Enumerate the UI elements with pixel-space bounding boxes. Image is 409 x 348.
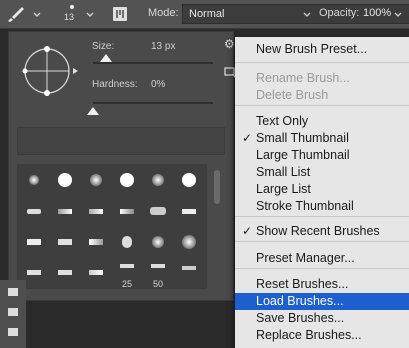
- brush-size-label: 25: [121, 279, 132, 289]
- brush-search-bar[interactable]: [17, 127, 225, 155]
- brush-preset-picker: Size: 13 px Hardness: 0% 25 50: [8, 31, 234, 301]
- mode-chevron-down-icon: [303, 12, 311, 17]
- tool-icon[interactable]: [8, 328, 18, 336]
- size-slider-track[interactable]: [93, 62, 213, 64]
- menu-item-new-brush-preset[interactable]: New Brush Preset...: [235, 41, 409, 58]
- brush-soft-round[interactable]: [143, 165, 173, 195]
- brush-watercolor[interactable]: [143, 196, 173, 226]
- menu-item-label: Delete Brush: [256, 88, 329, 102]
- menu-item-label: Small Thumbnail: [256, 131, 349, 145]
- brush-marker[interactable]: [174, 196, 204, 226]
- brush-angle-preview-icon[interactable]: [21, 42, 79, 100]
- menu-item-label: Save Brushes...: [256, 311, 345, 325]
- menu-item-preset-manager[interactable]: Preset Manager...: [235, 250, 409, 267]
- opacity-value[interactable]: 100%: [363, 7, 391, 19]
- brush-size-label: 50: [152, 279, 163, 289]
- opacity-chevron-down-icon[interactable]: [393, 4, 403, 24]
- brush-hard-round[interactable]: [174, 165, 204, 195]
- menu-item-label: Reset Brushes...: [256, 277, 349, 291]
- tools-panel-strip: [0, 280, 26, 348]
- menu-separator: [235, 216, 409, 217]
- brush-size-value: 13: [64, 12, 75, 22]
- menu-item-small-list[interactable]: Small List: [235, 164, 409, 181]
- brush-chalk[interactable]: [112, 196, 142, 226]
- hardness-value[interactable]: 0%: [151, 79, 165, 90]
- brush-presets-grid: 25 50: [17, 164, 207, 289]
- menu-item-label: Stroke Thumbnail: [256, 199, 354, 213]
- menu-item-replace-brushes[interactable]: Replace Brushes...: [235, 327, 409, 344]
- menu-item-label: Preset Manager...: [256, 251, 355, 265]
- menu-item-label: Small List: [256, 165, 311, 179]
- menu-separator: [235, 105, 409, 106]
- checkmark-icon: ✓: [242, 131, 253, 145]
- size-value[interactable]: 13 px: [151, 41, 175, 52]
- menu-item-small-thumbnail[interactable]: ✓ Small Thumbnail: [235, 130, 409, 147]
- brush-arrow[interactable]: [81, 258, 111, 288]
- brush-airbrush[interactable]: [19, 196, 49, 226]
- brush-flat[interactable]: [50, 258, 80, 288]
- brush-fan[interactable]: [174, 258, 204, 288]
- menu-item-load-brushes[interactable]: Load Brushes...: [235, 293, 409, 310]
- options-bar: 13 Mode: Normal Opacity: 100%: [0, 0, 409, 29]
- hardness-slider-thumb[interactable]: [87, 107, 99, 115]
- menu-item-delete-brush: Delete Brush: [235, 87, 409, 104]
- brush-square[interactable]: [50, 227, 80, 257]
- tool-chevron-down-icon[interactable]: [32, 4, 42, 24]
- menu-item-large-list[interactable]: Large List: [235, 181, 409, 198]
- brush-settings-panel-icon[interactable]: [110, 4, 130, 24]
- menu-separator: [235, 62, 409, 63]
- menu-item-large-thumbnail[interactable]: Large Thumbnail: [235, 147, 409, 164]
- brush-tool-icon[interactable]: [5, 4, 27, 24]
- brush-soft-round[interactable]: [81, 165, 111, 195]
- menu-item-reset-brushes[interactable]: Reset Brushes...: [235, 276, 409, 293]
- brush-soft-round[interactable]: [174, 227, 204, 257]
- menu-item-label: Rename Brush...: [256, 71, 350, 85]
- brush-dot-icon: [70, 5, 74, 9]
- brush-chevron-down-icon[interactable]: [85, 4, 95, 24]
- brush-round-tip[interactable]: [112, 227, 142, 257]
- brush-flat[interactable]: [81, 227, 111, 257]
- hardness-slider-track[interactable]: [93, 102, 213, 104]
- menu-item-text-only[interactable]: Text Only: [235, 113, 409, 130]
- opacity-label: Opacity:: [319, 7, 360, 19]
- menu-item-label: Load Brushes...: [256, 294, 344, 308]
- brush-hard-round[interactable]: [50, 165, 80, 195]
- menu-item-save-brushes[interactable]: Save Brushes...: [235, 310, 409, 327]
- size-slider-thumb[interactable]: [100, 54, 113, 62]
- brush-pencil[interactable]: [50, 196, 80, 226]
- hardness-label: Hardness:: [92, 79, 138, 90]
- menu-item-stroke-thumbnail[interactable]: Stroke Thumbnail: [235, 198, 409, 215]
- menu-separator: [235, 268, 409, 269]
- menu-separator: [235, 241, 409, 242]
- tool-icon[interactable]: [8, 288, 18, 296]
- menu-item-rename-brush: Rename Brush...: [235, 70, 409, 87]
- menu-item-label: Replace Brushes...: [256, 328, 362, 342]
- brush-square[interactable]: [19, 227, 49, 257]
- brush-50[interactable]: 50: [143, 258, 173, 289]
- brush-panel-menu: New Brush Preset... Rename Brush... Delete…: [235, 37, 409, 348]
- menu-item-label: Large Thumbnail: [256, 148, 350, 162]
- brush-hard-round[interactable]: [112, 165, 142, 195]
- checkmark-icon: ✓: [242, 224, 253, 238]
- menu-item-label: Show Recent Brushes: [256, 224, 380, 238]
- mode-value: Normal: [189, 8, 225, 20]
- tool-icon[interactable]: [8, 308, 18, 316]
- brush-pencil[interactable]: [81, 196, 111, 226]
- size-label: Size:: [92, 41, 115, 52]
- menu-item-label: Large List: [256, 182, 311, 196]
- brush-soft-round[interactable]: [19, 165, 49, 195]
- mode-label: Mode:: [148, 7, 179, 19]
- brush-soft-round[interactable]: [143, 227, 173, 257]
- menu-item-show-recent-brushes[interactable]: ✓ Show Recent Brushes: [235, 223, 409, 240]
- menu-item-label: Text Only: [256, 114, 309, 128]
- grid-scrollbar-thumb[interactable]: [214, 170, 220, 204]
- menu-item-label: New Brush Preset...: [256, 42, 368, 56]
- brush-25[interactable]: 25: [112, 258, 142, 289]
- brush-size-preview[interactable]: 13: [60, 4, 86, 24]
